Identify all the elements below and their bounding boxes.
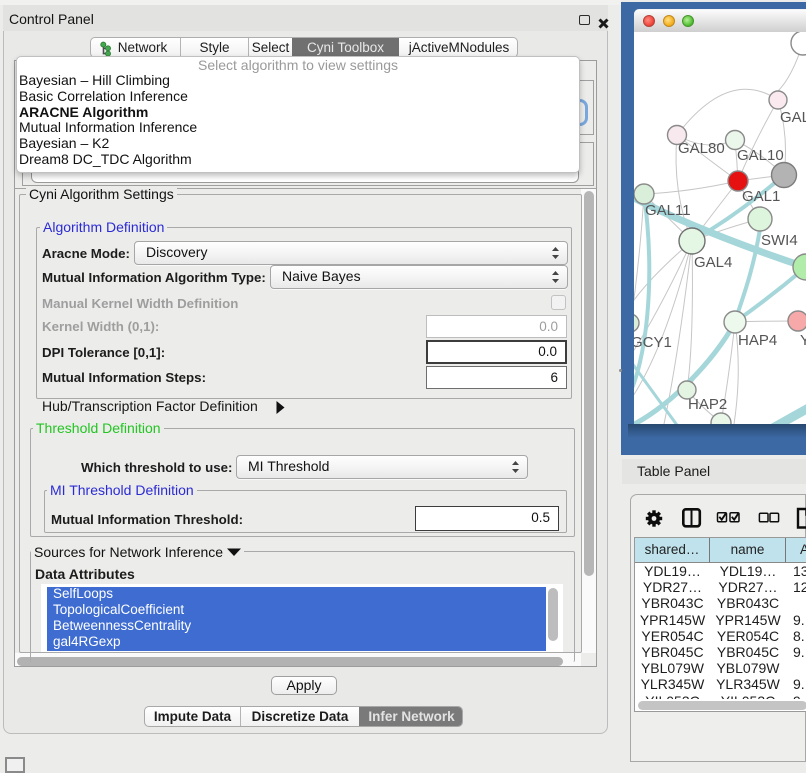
svg-text:GAL1: GAL1 bbox=[742, 188, 780, 205]
svg-text:GAL80: GAL80 bbox=[678, 140, 725, 157]
svg-text:HAP4: HAP4 bbox=[738, 332, 777, 349]
svg-text:GAL11: GAL11 bbox=[645, 202, 691, 219]
svg-text:GAL: GAL bbox=[780, 109, 806, 126]
svg-text:HAP2: HAP2 bbox=[688, 396, 727, 413]
svg-text:GCY1: GCY1 bbox=[634, 334, 672, 351]
svg-text:Y: Y bbox=[800, 332, 806, 349]
svg-text:GAL10: GAL10 bbox=[737, 147, 784, 164]
svg-text:GAL4: GAL4 bbox=[694, 254, 732, 271]
svg-text:SWI4: SWI4 bbox=[761, 232, 798, 249]
